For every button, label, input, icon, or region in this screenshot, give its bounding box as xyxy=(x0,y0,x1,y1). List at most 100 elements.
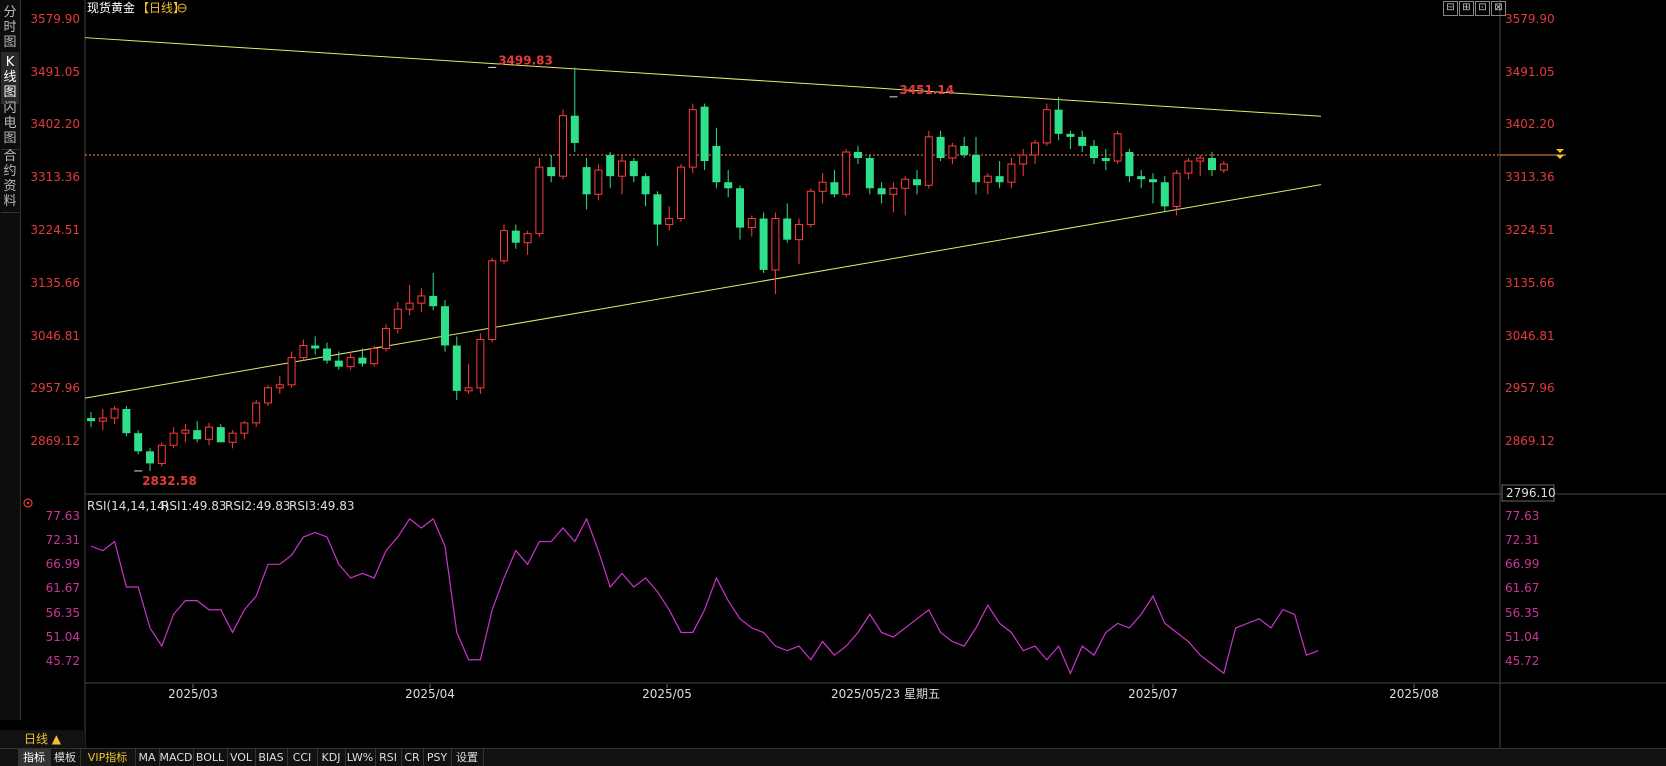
candle-body-up xyxy=(240,422,249,434)
candle-body-up xyxy=(1113,133,1122,162)
candle-body-up xyxy=(110,408,119,419)
candle-body-up xyxy=(393,308,402,330)
candle-body-up xyxy=(287,357,296,386)
candle-body-down xyxy=(87,418,95,422)
candle-body-up xyxy=(299,345,308,359)
candle-body-up xyxy=(476,338,485,389)
indicator-tab-kdj-9[interactable]: KDJ xyxy=(317,749,346,766)
candle-body-up xyxy=(264,387,272,404)
price-axis-left-label: 3491.05 xyxy=(30,65,80,79)
candle-body-down xyxy=(972,155,980,183)
indicator-tab-cr-12[interactable]: CR xyxy=(401,749,424,766)
candle-body-up xyxy=(771,218,780,271)
price-axis-bottom-value: 2796.10 xyxy=(1506,486,1556,500)
rsi-title: RSI(14,14,14) xyxy=(87,499,169,513)
price-chart[interactable]: 现货黄金 【日线】3579.903491.053402.203313.363224… xyxy=(0,0,1666,748)
period-selector[interactable]: 日线 ▲ xyxy=(0,730,85,748)
indicator-tab-rsi-11[interactable]: RSI xyxy=(375,749,402,766)
price-axis-left-label: 3402.20 xyxy=(30,117,80,131)
candle-body-up xyxy=(488,260,497,340)
x-axis-date-label: 2025/05 xyxy=(642,687,692,701)
candle-body-down xyxy=(877,188,886,195)
candle-body-up xyxy=(98,417,107,422)
rsi-axis-left-label: 72.31 xyxy=(46,533,80,547)
candle-body-up xyxy=(594,169,603,195)
price-axis-right-label: 3491.05 xyxy=(1505,65,1555,79)
candle-body-up xyxy=(535,166,544,235)
restore-icon[interactable]: ⊟ xyxy=(1443,1,1458,16)
indicator-tab-boll-5[interactable]: BOLL xyxy=(193,749,228,766)
rsi2-label: RSI2:49.83 xyxy=(225,499,291,513)
candle-body-up xyxy=(181,429,190,434)
indicator-tab-lw-10[interactable]: LW% xyxy=(345,749,376,766)
candle-body-up xyxy=(500,230,508,262)
candle-body-down xyxy=(913,179,921,186)
rsi-axis-left-label: 61.67 xyxy=(46,581,80,595)
annotation-high-label: 3451.14 xyxy=(899,83,954,97)
candle-body-up xyxy=(205,426,213,440)
candle-body-down xyxy=(582,167,591,195)
candle-body-down xyxy=(606,155,615,177)
candle-body-up xyxy=(665,218,674,226)
candle-body-down xyxy=(216,427,225,443)
candle-body-down xyxy=(1137,176,1146,180)
indicator-tab-cci-8[interactable]: CCI xyxy=(287,749,318,766)
candle-body-up xyxy=(523,233,532,244)
x-axis-date-label: 2025/08 xyxy=(1389,687,1439,701)
candle-body-down xyxy=(441,306,449,346)
rsi1-label: RSI1:49.83 xyxy=(161,499,227,513)
candle-body-up xyxy=(346,357,355,368)
trendline-0 xyxy=(84,37,1322,117)
rsi-axis-right-label: 61.67 xyxy=(1505,581,1539,595)
indicator-tab--14[interactable]: 设置 xyxy=(451,749,484,766)
indicator-tab--1[interactable]: 模板 xyxy=(50,749,81,766)
candle-body-down xyxy=(736,188,744,228)
candle-body-up xyxy=(157,444,166,464)
candle-body-down xyxy=(122,409,131,434)
candle-body-up xyxy=(417,295,426,304)
candle-body-up xyxy=(818,181,827,192)
candle-body-up xyxy=(1019,154,1028,165)
candle-body-down xyxy=(511,230,520,243)
indicator-tab--0[interactable]: 指标 xyxy=(18,749,51,766)
annotation-low-label: 2832.58 xyxy=(142,474,197,488)
price-axis-right-label: 3135.66 xyxy=(1505,276,1555,290)
rsi-axis-right-label: 77.63 xyxy=(1505,509,1539,523)
indicator-tab-ma-3[interactable]: MA xyxy=(135,749,160,766)
candle-body-down xyxy=(134,433,143,452)
price-axis-left-label: 3313.36 xyxy=(30,170,80,184)
indicator-tab-bias-7[interactable]: BIAS xyxy=(255,749,288,766)
price-axis-right-label: 3579.90 xyxy=(1505,12,1555,26)
candle-body-up xyxy=(169,432,178,446)
price-axis-right-label: 2957.96 xyxy=(1505,381,1555,395)
candle-body-up xyxy=(1196,157,1205,162)
candle-body-up xyxy=(677,166,685,220)
candle-body-up xyxy=(1031,142,1039,156)
price-axis-left-label: 3046.81 xyxy=(30,329,80,343)
rsi-axis-right-label: 56.35 xyxy=(1505,606,1539,620)
indicator-tab-vol-6[interactable]: VOL xyxy=(227,749,256,766)
fullscreen-icon[interactable]: ⊡ xyxy=(1475,1,1490,16)
candle-body-up xyxy=(806,190,815,226)
candle-body-up xyxy=(983,175,992,183)
candle-body-down xyxy=(323,348,331,361)
candle-body-down xyxy=(146,451,154,464)
candle-body-down xyxy=(311,345,320,349)
indicator-tab-vip-2[interactable]: VIP指标 xyxy=(80,749,136,766)
candle-body-up xyxy=(948,145,957,159)
maximize-icon[interactable]: ⊞ xyxy=(1459,1,1474,16)
indicator-tab-macd-4[interactable]: MACD xyxy=(159,749,194,766)
rsi-axis-right-label: 45.72 xyxy=(1505,654,1539,668)
chart-title: 现货黄金 xyxy=(87,0,135,15)
price-axis-left-label: 2957.96 xyxy=(30,381,80,395)
candle-body-up xyxy=(252,402,261,424)
candle-body-down xyxy=(830,182,839,195)
close-icon[interactable]: ⊠ xyxy=(1491,1,1506,16)
candle-body-down xyxy=(653,194,662,225)
candle-body-down xyxy=(452,345,461,391)
candle-body-up xyxy=(924,136,933,186)
indicator-tab-psy-13[interactable]: PSY xyxy=(423,749,452,766)
candle-body-up xyxy=(370,348,379,365)
indicator-toolbar: 指标 模板 VIP指标 MA MACD BOLL VOL BIAS CCI KDJ LW% RSI CR… xyxy=(0,748,1666,766)
candle-body-up xyxy=(464,387,473,392)
